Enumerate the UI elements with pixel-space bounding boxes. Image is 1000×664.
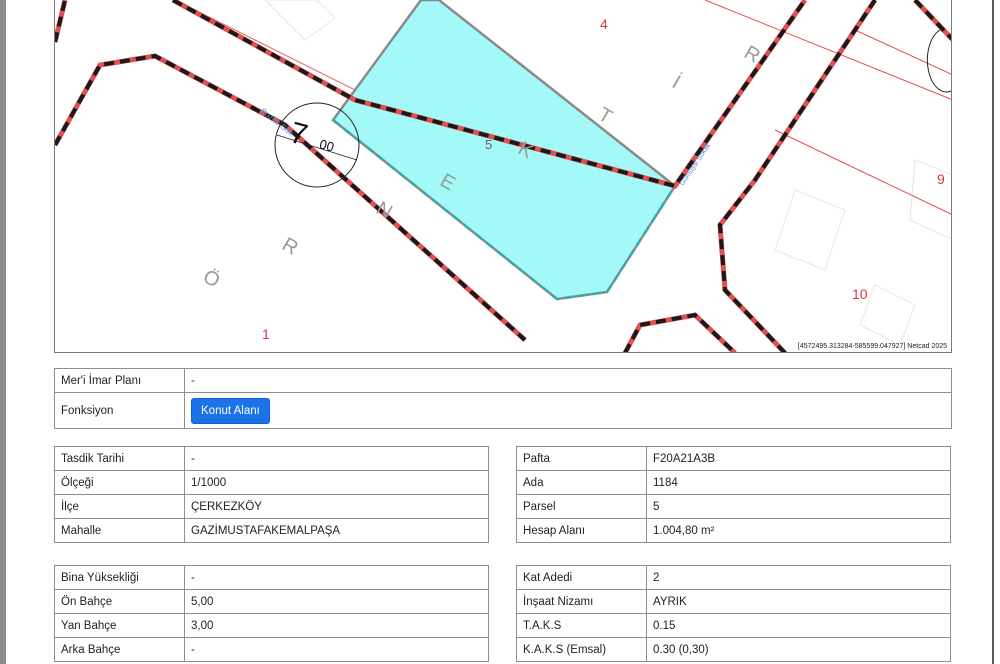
row-value: GAZİMUSTAFAKEMALPAŞA — [184, 518, 489, 543]
road-letter-6: İ — [668, 71, 684, 94]
row-value: - — [184, 446, 489, 471]
row-value: ÇERKEZKÖY — [184, 494, 489, 519]
row-label: Arka Bahçe — [54, 637, 185, 662]
row-value: 5,00 — [184, 589, 489, 614]
row-label: Ada — [516, 470, 647, 495]
partial-circle — [926, 29, 951, 93]
plan-value: - — [184, 368, 952, 393]
row-value: - — [184, 637, 489, 662]
lot-label-10: 10 — [852, 286, 868, 302]
row-value: AYRIK — [646, 589, 951, 614]
table-row: Ölçeği 1/1000 — [54, 470, 489, 495]
location-table: Tasdik Tarihi - Ölçeği 1/1000 İlçe ÇERKEZKÖ… — [54, 446, 489, 543]
table-row: K.A.K.S (Emsal) 0.30 (0,30) — [516, 637, 951, 662]
table-row: T.A.K.S 0.15 — [516, 613, 951, 638]
lot-label-4: 4 — [600, 16, 608, 32]
fonksiyon-label: Fonksiyon — [54, 392, 185, 429]
page-edge — [992, 0, 1000, 664]
row-label: Kat Adedi — [516, 565, 647, 590]
table-row: Yan Bahçe 3,00 — [54, 613, 489, 638]
row-value: 0.30 (0,30) — [646, 637, 951, 662]
table-row: Pafta F20A21A3B — [516, 446, 951, 471]
row-value: 3,00 — [184, 613, 489, 638]
row-value: - — [184, 565, 489, 590]
setback-table: Bina Yüksekliği - Ön Bahçe 5,00 Yan Bahçe 3… — [54, 565, 489, 662]
height-sup: 00 — [318, 136, 336, 154]
table-row: İlçe ÇERKEZKÖY — [54, 494, 489, 519]
table-row: Mahalle GAZİMUSTAFAKEMALPAŞA — [54, 518, 489, 543]
row-label: T.A.K.S — [516, 613, 647, 638]
row-label: Pafta — [516, 446, 647, 471]
table-row: Kat Adedi 2 — [516, 565, 951, 590]
row-label: Parsel — [516, 494, 647, 519]
building-table: Kat Adedi 2 İnşaat Nizamı AYRIK T.A.K.S 0.1… — [516, 565, 951, 662]
parcel-table: Pafta F20A21A3B Ada 1184 Parsel 5 Hesap Ala… — [516, 446, 951, 543]
row-label: Tasdik Tarihi — [54, 446, 185, 471]
table-row: Arka Bahçe - — [54, 637, 489, 662]
row-label: Bina Yüksekliği — [54, 565, 185, 590]
row-label: İnşaat Nizamı — [516, 589, 647, 614]
row-label: İlçe — [54, 494, 185, 519]
row-value: F20A21A3B — [646, 446, 951, 471]
row-value: 0.15 — [646, 613, 951, 638]
row-label: Yan Bahçe — [54, 613, 185, 638]
zoning-map[interactable]: 7 00 Bozkır Sok. Gümüşal Sokak Ö R N E K… — [54, 0, 952, 353]
row-value: 5 — [646, 494, 951, 519]
table-row: Mer'i İmar Planı - — [54, 368, 952, 393]
table-row: İnşaat Nizamı AYRIK — [516, 589, 951, 614]
row-label: K.A.K.S (Emsal) — [516, 637, 647, 662]
fonksiyon-cell: Konut Alanı — [184, 392, 952, 429]
road-letter-0: Ö — [199, 266, 223, 293]
road-letter-1: R — [278, 233, 302, 259]
street-name-1: Bozkır Sok. — [259, 106, 297, 138]
table-row: Fonksiyon Konut Alanı — [54, 392, 952, 429]
row-label: Ölçeği — [54, 470, 185, 495]
row-label: Mahalle — [54, 518, 185, 543]
table-row: Hesap Alanı 1.004,80 m² — [516, 518, 951, 543]
row-label: Ön Bahçe — [54, 589, 185, 614]
plan-label: Mer'i İmar Planı — [54, 368, 185, 393]
parcel-5[interactable] — [331, 0, 677, 301]
lot-label-1: 1 — [262, 326, 270, 342]
row-label: Hesap Alanı — [516, 518, 647, 543]
row-value: 2 — [646, 565, 951, 590]
row-value: 1/1000 — [184, 470, 489, 495]
parcel-number: 5 — [485, 137, 492, 152]
konut-alani-button[interactable]: Konut Alanı — [191, 397, 270, 424]
table-row: Tasdik Tarihi - — [54, 446, 489, 471]
row-value: 1.004,80 m² — [646, 518, 951, 543]
map-coordinates: [4572495.313284-585599.047927] Netcad 20… — [796, 343, 948, 350]
table-row: Bina Yüksekliği - — [54, 565, 489, 590]
street-name-2: Gümüşal Sokak — [679, 142, 713, 187]
map-canvas: 7 00 Bozkır Sok. Gümüşal Sokak Ö R N E K… — [55, 0, 951, 352]
table-row: Ada 1184 — [516, 470, 951, 495]
height-symbol: 7 00 — [274, 102, 360, 188]
plan-table: Mer'i İmar Planı - Fonksiyon Konut Alanı — [54, 368, 952, 429]
table-row: Parsel 5 — [516, 494, 951, 519]
row-value: 1184 — [646, 470, 951, 495]
lot-label-9: 9 — [937, 171, 945, 187]
table-row: Ön Bahçe 5,00 — [54, 589, 489, 614]
